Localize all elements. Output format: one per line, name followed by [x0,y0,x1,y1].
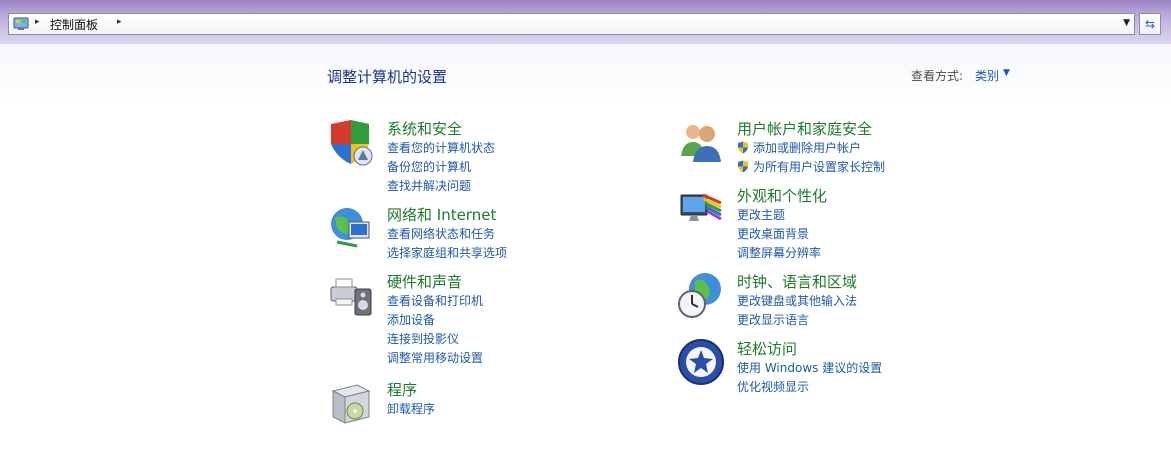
link-add-device[interactable]: 添加设备 [387,313,483,332]
link-view-computer-status[interactable]: 查看您的计算机状态 [387,141,495,160]
view-by-dropdown[interactable]: 类别 [975,67,999,84]
link-recommended-settings[interactable]: 使用 Windows 建议的设置 [737,361,882,380]
category-title[interactable]: 系统和安全 [387,118,462,139]
link-uninstall-program[interactable]: 卸载程序 [387,402,435,421]
link-label[interactable]: 为所有用户设置家长控制 [753,160,885,174]
link-display-language[interactable]: 更改显示语言 [737,313,857,332]
refresh-button[interactable]: ⇆ [1139,13,1161,35]
link-keyboard-input[interactable]: 更改键盘或其他输入法 [737,294,857,313]
category-title[interactable]: 外观和个性化 [737,185,827,206]
page-title: 调整计算机的设置 [327,68,448,86]
breadcrumb-control-panel[interactable]: 控制面板 [50,16,98,33]
category-title[interactable]: 时钟、语言和区域 [737,271,857,292]
address-bar[interactable]: ▸ 控制面板 ▸ ▼ [8,13,1135,35]
link-backup-computer[interactable]: 备份您的计算机 [387,160,495,179]
view-by-label: 查看方式: [911,69,964,83]
uac-shield-icon [738,160,748,173]
link-homegroup-sharing[interactable]: 选择家庭组和共享选项 [387,246,507,265]
link-label[interactable]: 添加或删除用户帐户 [753,141,861,155]
link-connect-projector[interactable]: 连接到投影仪 [387,332,483,351]
link-optimize-video[interactable]: 优化视频显示 [737,380,882,399]
refresh-icon: ⇆ [1144,17,1156,31]
network-globe-icon [331,208,370,248]
uac-shield-icon [738,141,748,154]
link-mobility-settings[interactable]: 调整常用移动设置 [387,351,483,370]
users-icon [681,125,721,162]
printer-speaker-icon [330,278,372,316]
category-title[interactable]: 网络和 Internet [387,204,496,225]
link-add-remove-accounts[interactable]: 添加或删除用户帐户 [737,141,885,160]
link-troubleshoot[interactable]: 查找并解决问题 [387,179,495,198]
security-shield-icon [331,120,373,166]
monitor-palette-icon [680,193,722,221]
clock-globe-icon [678,273,721,318]
breadcrumb-separator[interactable]: ▸ [117,17,122,27]
chevron-down-icon[interactable]: ▼ [1123,18,1130,28]
link-screen-resolution[interactable]: 调整屏幕分辨率 [737,246,821,265]
control-panel-icon [13,17,29,30]
ease-of-access-icon [678,339,724,385]
programs-box-icon [331,384,371,424]
breadcrumb-separator[interactable]: ▸ [35,17,40,27]
category-title[interactable]: 硬件和声音 [387,271,462,292]
category-title[interactable]: 用户帐户和家庭安全 [737,118,872,139]
category-title[interactable]: 程序 [387,379,417,400]
link-network-status[interactable]: 查看网络状态和任务 [387,227,507,246]
link-devices-printers[interactable]: 查看设备和打印机 [387,294,483,313]
link-parental-controls[interactable]: 为所有用户设置家长控制 [737,160,885,179]
link-change-background[interactable]: 更改桌面背景 [737,227,821,246]
link-change-theme[interactable]: 更改主题 [737,208,821,227]
chevron-down-icon[interactable]: ▼ [1003,68,1010,78]
category-title[interactable]: 轻松访问 [737,338,797,359]
